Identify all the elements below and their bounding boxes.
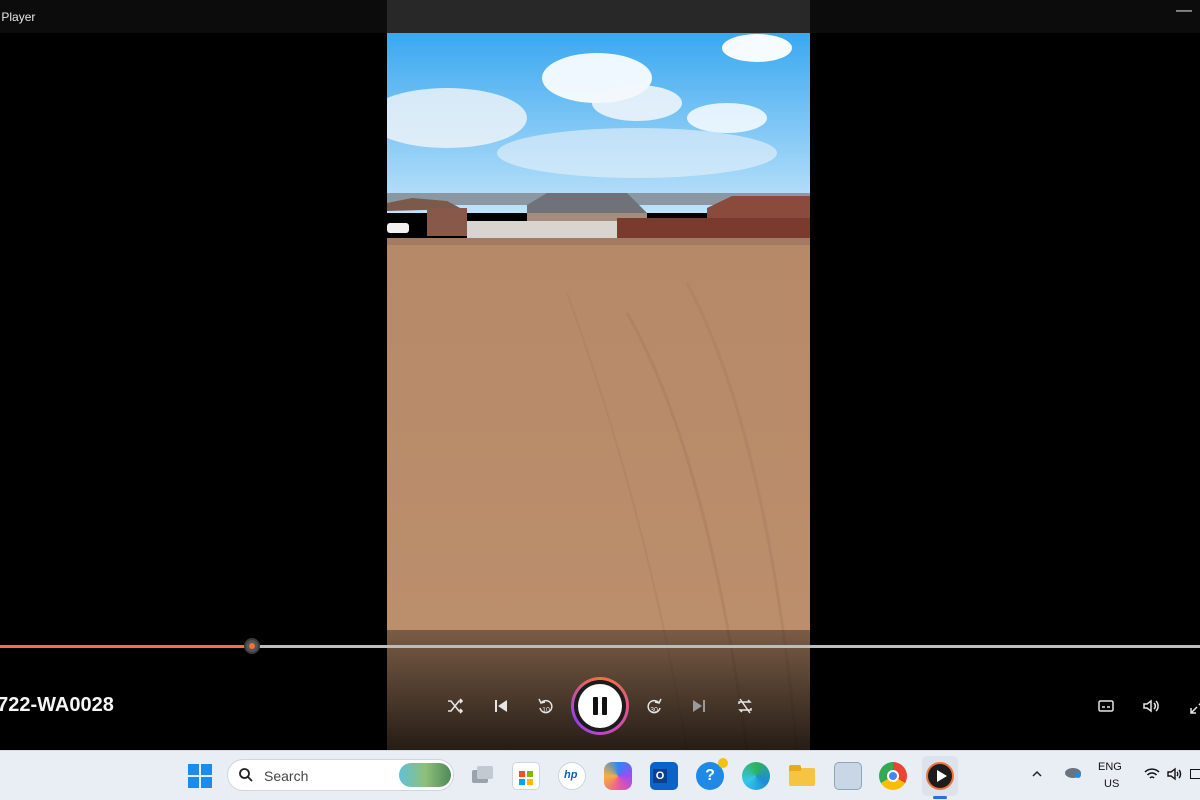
captions-icon[interactable] [1090,690,1122,722]
edge-icon[interactable] [742,762,770,790]
video-top-shade [387,0,810,33]
active-indicator [933,796,947,799]
rewind-label: 10 [542,707,550,714]
previous-icon[interactable] [485,690,517,722]
chrome-icon[interactable] [879,762,907,790]
minimize-icon[interactable]: — [1176,2,1200,26]
language-top[interactable]: ENG [1098,761,1122,773]
seek-bar[interactable] [0,635,1200,657]
rewind-10-icon[interactable]: 10 [530,690,562,722]
pause-button[interactable] [571,677,629,735]
wifi-icon[interactable] [1144,767,1160,786]
task-view-icon[interactable] [468,762,496,790]
onedrive-icon[interactable] [1063,765,1083,779]
search-placeholder: Search [264,768,309,784]
photos-app-icon[interactable] [834,762,862,790]
fullscreen-icon[interactable] [1182,690,1200,722]
tray-volume-icon[interactable] [1167,767,1183,786]
search-highlight-icon [399,763,451,787]
battery-icon[interactable] [1190,769,1200,779]
shuffle-icon[interactable] [439,690,471,722]
store-icon[interactable] [512,762,540,790]
volume-icon[interactable] [1135,690,1167,722]
outlook-icon[interactable]: O [650,762,678,790]
media-player-taskbar-icon[interactable] [926,762,954,790]
taskbar: Search hp O ? ENG US [0,750,1200,800]
repeat-icon[interactable] [729,690,761,722]
seek-fill [0,645,252,648]
next-icon[interactable] [683,690,715,722]
start-icon[interactable] [188,764,212,788]
hp-icon[interactable]: hp [558,762,586,790]
forward-label: 30 [650,707,658,714]
language-bottom[interactable]: US [1104,778,1119,790]
window-title: dia Player [0,10,36,24]
taskbar-search[interactable]: Search [227,759,454,791]
tray-chevron-icon[interactable] [1031,767,1043,779]
help-icon[interactable]: ? [696,758,728,790]
pause-icon [578,684,622,728]
search-icon [239,768,253,782]
forward-30-icon[interactable]: 30 [638,690,670,722]
copilot-icon[interactable] [604,762,632,790]
file-name: 0722-WA0028 [0,694,114,716]
file-explorer-icon[interactable] [788,762,816,790]
seek-thumb[interactable] [244,638,260,654]
